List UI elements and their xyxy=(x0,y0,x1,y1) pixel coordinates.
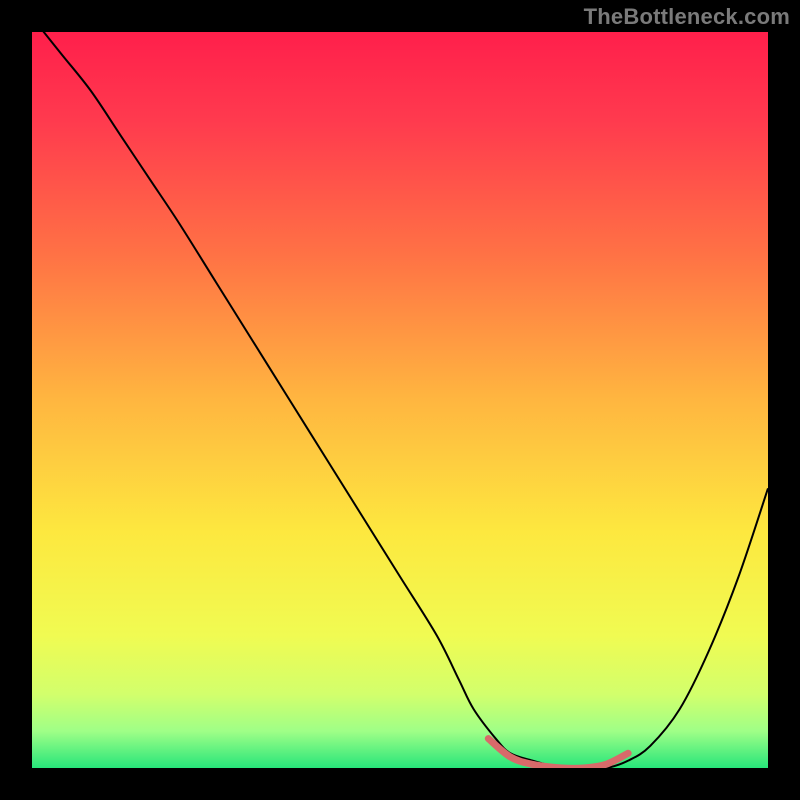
chart-stage: TheBottleneck.com xyxy=(0,0,800,800)
plot-area xyxy=(32,32,768,768)
optimal-range-marker xyxy=(488,739,628,768)
watermark-text: TheBottleneck.com xyxy=(584,4,790,30)
curve-layer xyxy=(32,32,768,768)
bottleneck-curve xyxy=(32,32,768,768)
